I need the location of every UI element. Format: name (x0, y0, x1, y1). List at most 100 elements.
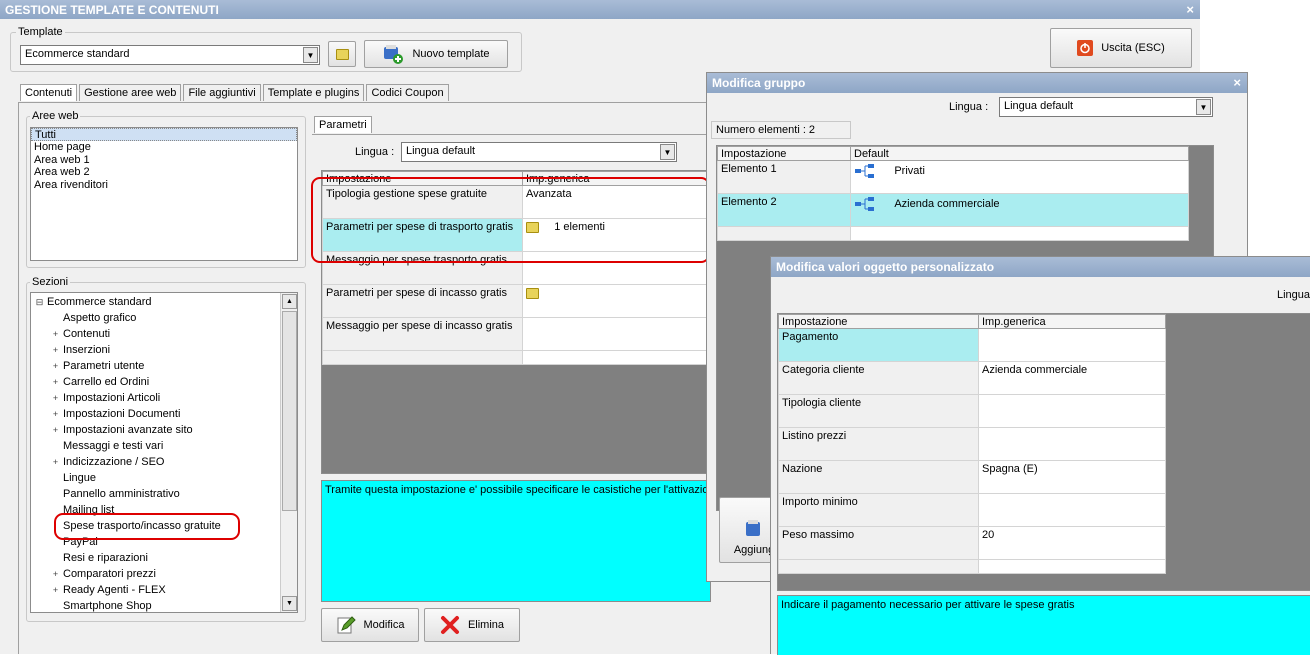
table-row[interactable]: Parametri per spese di trasporto gratis … (322, 218, 710, 252)
row-value-cell[interactable] (521, 284, 710, 318)
tree-item[interactable]: + Contenuti (31, 326, 297, 342)
main-close-button[interactable]: × (1186, 2, 1194, 17)
table-row[interactable]: Pagamento (778, 328, 1166, 362)
list-item[interactable]: Area web 1 (31, 154, 297, 167)
expand-icon[interactable]: + (51, 378, 60, 387)
exit-button[interactable]: Uscita (ESC) (1050, 28, 1192, 68)
row-value[interactable] (978, 328, 1166, 362)
template-select[interactable]: Ecommerce standard ▼ (20, 45, 320, 65)
row-value[interactable]: Azienda commerciale (978, 361, 1166, 395)
chevron-down-icon[interactable]: ▼ (303, 47, 318, 63)
tree-item[interactable]: Messaggi e testi vari (31, 438, 297, 454)
tree-item[interactable]: ⊟ Ecommerce standard (31, 294, 297, 310)
sezioni-tree[interactable]: ⊟ Ecommerce standard Aspetto grafico + Conte… (30, 292, 298, 613)
oggetto-title: Modifica valori oggetto personalizzato (776, 260, 995, 274)
open-folder-button[interactable] (328, 41, 356, 67)
row-value[interactable]: Avanzata (521, 185, 710, 219)
scroll-thumb[interactable] (282, 311, 297, 511)
tree-item[interactable]: Pannello amministrativo (31, 486, 297, 502)
tree-item[interactable]: + Indicizzazione / SEO (31, 454, 297, 470)
table-row[interactable]: Tipologia cliente (778, 394, 1166, 428)
tree-item[interactable]: Spese trasporto/incasso gratuite (31, 518, 297, 534)
row-value[interactable]: 20 (978, 526, 1166, 560)
tree-item[interactable]: + Comparatori prezzi (31, 566, 297, 582)
tree-item[interactable]: Smartphone Shop (31, 598, 297, 612)
list-item[interactable]: Area web 2 (31, 166, 297, 179)
expand-icon[interactable]: + (51, 458, 60, 467)
elimina-button[interactable]: Elimina (424, 608, 520, 642)
tree-item[interactable]: + Impostazioni Articoli (31, 390, 297, 406)
gruppo-lingua-value: Lingua default (1004, 100, 1074, 112)
table-row[interactable]: Categoria cliente Azienda commerciale (778, 361, 1166, 395)
row-value[interactable] (521, 251, 710, 285)
new-template-button[interactable]: Nuovo template (364, 40, 508, 68)
scroll-up-icon[interactable]: ▲ (282, 294, 297, 309)
expand-icon[interactable]: + (51, 426, 60, 435)
chevron-down-icon[interactable]: ▼ (1196, 99, 1211, 115)
list-item[interactable]: Area rivenditori (31, 179, 297, 192)
table-row[interactable]: Parametri per spese di incasso gratis (322, 284, 710, 318)
tree-item[interactable]: + Parametri utente (31, 358, 297, 374)
chevron-down-icon[interactable]: ▼ (660, 144, 675, 160)
expand-icon[interactable]: + (51, 394, 60, 403)
table-row[interactable]: Tipologia gestione spese gratuite Avanza… (322, 185, 710, 219)
row-value-cell[interactable]: Azienda commerciale (850, 193, 1189, 227)
list-item[interactable]: Home page (31, 141, 297, 154)
tab-gestione-aree-web[interactable]: Gestione aree web (79, 84, 182, 101)
tab-contenuti[interactable]: Contenuti (20, 84, 78, 101)
main-titlebar: GESTIONE TEMPLATE E CONTENUTI × (0, 0, 1200, 19)
tree-item[interactable]: + Ready Agenti - FLEX (31, 582, 297, 598)
collapse-icon[interactable]: ⊟ (35, 298, 44, 307)
row-value-cell[interactable]: 1 elementi (521, 218, 710, 252)
expand-icon[interactable]: + (51, 346, 60, 355)
tab-parametri[interactable]: Parametri (314, 116, 372, 133)
tree-item[interactable]: Mailing list (31, 502, 297, 518)
expand-icon[interactable]: + (51, 362, 60, 371)
table-row[interactable]: Importo minimo (778, 493, 1166, 527)
row-value-cell[interactable]: Privati (850, 160, 1189, 194)
gruppo-lingua-select[interactable]: Lingua default ▼ (999, 97, 1213, 117)
row-value[interactable] (521, 317, 710, 351)
tree-item[interactable]: Resi e riparazioni (31, 550, 297, 566)
expand-icon[interactable]: + (51, 570, 60, 579)
tree-item[interactable]: Lingue (31, 470, 297, 486)
row-value[interactable] (978, 427, 1166, 461)
tab-template-e-plugins[interactable]: Template e plugins (262, 84, 365, 101)
tree-item[interactable]: Aspetto grafico (31, 310, 297, 326)
tab-codici-coupon[interactable]: Codici Coupon (366, 84, 449, 101)
table-row[interactable]: Nazione Spagna (E) (778, 460, 1166, 494)
tree-item[interactable]: PayPal (31, 534, 297, 550)
table-row[interactable]: Elemento 1 Privati (717, 160, 1189, 194)
gruppo-close-button[interactable]: × (1233, 75, 1241, 90)
folder-icon[interactable] (525, 221, 539, 233)
table-row[interactable]: Peso massimo 20 (778, 526, 1166, 560)
expand-icon[interactable]: + (51, 586, 60, 595)
tree-item[interactable]: + Inserzioni (31, 342, 297, 358)
tree-item[interactable]: + Impostazioni avanzate sito (31, 422, 297, 438)
row-value: Azienda commerciale (894, 197, 1000, 210)
expand-icon[interactable]: + (51, 410, 60, 419)
scroll-down-icon[interactable]: ▼ (282, 596, 297, 611)
table-row[interactable]: Listino prezzi (778, 427, 1166, 461)
aree-web-list[interactable]: Tutti Home page Area web 1 Area web 2 Ar… (30, 127, 298, 261)
row-value[interactable] (978, 493, 1166, 527)
tree-item[interactable]: + Carrello ed Ordini (31, 374, 297, 390)
main-title: GESTIONE TEMPLATE E CONTENUTI (5, 3, 219, 17)
modifica-button[interactable]: Modifica (321, 608, 419, 642)
expand-icon[interactable]: + (51, 330, 60, 339)
tree-item[interactable]: + Impostazioni Documenti (31, 406, 297, 422)
folder-icon[interactable] (525, 287, 539, 299)
list-item[interactable]: Tutti (31, 128, 297, 141)
tab-file-aggiuntivi[interactable]: File aggiuntivi (183, 84, 261, 101)
table-row[interactable]: Messaggio per spese trasporto gratis (322, 251, 710, 285)
table-row[interactable]: Messaggio per spese di incasso gratis (322, 317, 710, 351)
gruppo-titlebar: Modifica gruppo × (707, 73, 1247, 93)
tree-scrollbar[interactable]: ▲ ▼ (280, 293, 297, 612)
aggiungi-label: Aggiung (733, 544, 775, 556)
row-value[interactable]: Spagna (E) (978, 460, 1166, 494)
empty-cell (778, 559, 979, 574)
lingua-select[interactable]: Lingua default ▼ (401, 142, 677, 162)
table-row[interactable]: Elemento 2 Azienda commerciale (717, 193, 1189, 227)
row-value[interactable] (978, 394, 1166, 428)
